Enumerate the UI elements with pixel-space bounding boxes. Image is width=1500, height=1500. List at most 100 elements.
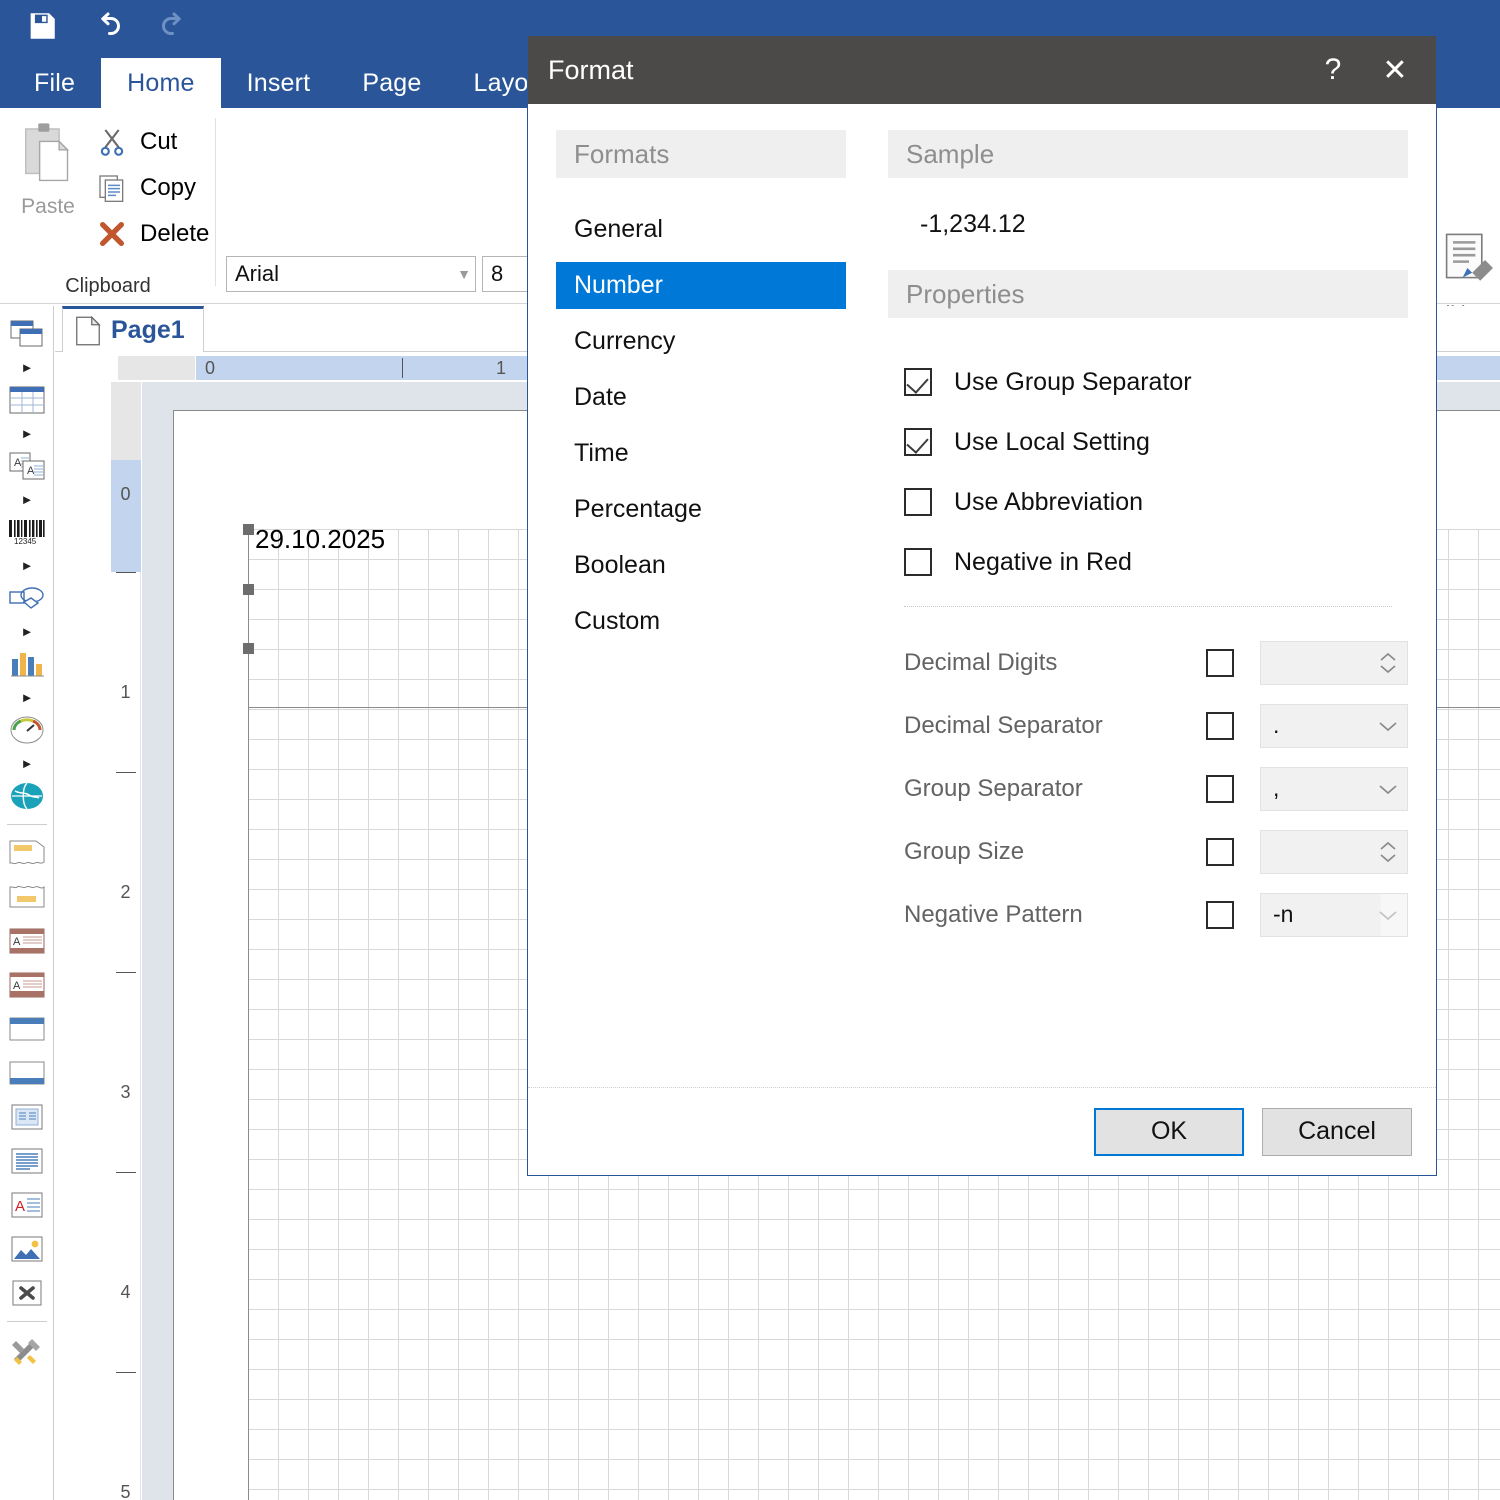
text-block-icon[interactable]: AA xyxy=(0,444,54,488)
globe-icon[interactable] xyxy=(0,774,54,818)
group-footer-icon[interactable] xyxy=(0,1051,54,1095)
date-field-text[interactable]: 29.10.2025 xyxy=(255,524,385,555)
format-item-date[interactable]: Date xyxy=(556,374,846,421)
format-item-percentage[interactable]: Percentage xyxy=(556,486,846,533)
checkbox-label: Use Group Separator xyxy=(954,367,1192,396)
checkbox-use-local-setting[interactable] xyxy=(904,428,932,456)
rich-text-icon[interactable]: A xyxy=(0,1183,54,1227)
vertical-ruler[interactable]: 0 1 2 3 4 5 xyxy=(111,382,141,1500)
properties-panel: Sample -1,234.12 Properties Use Group Se… xyxy=(846,130,1408,1087)
no-selection-icon[interactable] xyxy=(0,1271,54,1315)
cut-button[interactable]: Cut xyxy=(96,126,177,158)
section-handle[interactable] xyxy=(243,524,254,535)
format-dialog: Format ? ✕ Formats General Number Curren… xyxy=(527,35,1437,1176)
property-field-list: Decimal Digits Decimal Separator . Group… xyxy=(888,631,1408,946)
subreport-icon[interactable] xyxy=(0,1095,54,1139)
chevron-down-icon[interactable] xyxy=(1375,719,1401,733)
redo-icon[interactable] xyxy=(154,6,194,46)
format-item-custom[interactable]: Custom xyxy=(556,598,846,645)
checkbox-use-group-separator[interactable] xyxy=(904,368,932,396)
section-handle[interactable] xyxy=(243,584,254,595)
checkbox-row-use-abbreviation[interactable]: Use Abbreviation xyxy=(904,472,1408,532)
checkbox-row-use-local-setting[interactable]: Use Local Setting xyxy=(904,412,1408,472)
field-row-decimal-digits: Decimal Digits xyxy=(904,631,1408,694)
input-group-size[interactable] xyxy=(1260,829,1408,874)
barcode-icon[interactable]: 12345 xyxy=(0,510,54,554)
gauge-icon[interactable] xyxy=(0,708,54,752)
font-family-input[interactable]: Arial ▼ xyxy=(226,256,476,292)
close-icon[interactable]: ✕ xyxy=(1364,39,1426,101)
checkbox-decimal-digits[interactable] xyxy=(1206,648,1234,677)
dialog-titlebar[interactable]: Format ? ✕ xyxy=(528,36,1436,104)
chevron-down-icon[interactable] xyxy=(1375,782,1401,796)
format-item-currency[interactable]: Currency xyxy=(556,318,846,365)
checkbox-negative-pattern[interactable] xyxy=(1206,900,1234,929)
clipboard-group-label: Clipboard xyxy=(65,275,151,297)
delete-button[interactable]: Delete xyxy=(96,218,209,250)
format-item-time[interactable]: Time xyxy=(556,430,846,477)
report-header-icon[interactable]: A xyxy=(0,919,54,963)
dropdown-negative-pattern[interactable]: -n xyxy=(1260,892,1408,937)
barcode-expand-arrow[interactable] xyxy=(0,554,54,576)
copy-button[interactable]: Copy xyxy=(96,172,196,204)
dialog-body: Formats General Number Currency Date Tim… xyxy=(528,104,1436,1087)
checkbox-group-size[interactable] xyxy=(1206,837,1234,866)
report-section-icon[interactable] xyxy=(0,312,54,356)
cut-label: Cut xyxy=(140,128,178,155)
checkbox-negative-in-red[interactable] xyxy=(904,548,932,576)
format-item-general[interactable]: General xyxy=(556,206,846,253)
page-tab-page1[interactable]: Page1 xyxy=(62,306,204,352)
tab-insert[interactable]: Insert xyxy=(221,58,337,108)
checkbox-group-separator[interactable] xyxy=(1206,774,1234,803)
field-value: , xyxy=(1273,775,1280,801)
gauge-expand-arrow[interactable] xyxy=(0,752,54,774)
spinner-decimal-digits[interactable] xyxy=(1375,651,1401,675)
paragraph-icon[interactable] xyxy=(0,1139,54,1183)
shapes-icon[interactable] xyxy=(0,576,54,620)
help-icon[interactable]: ? xyxy=(1302,39,1364,101)
dialog-title: Format xyxy=(548,54,634,85)
section-handle[interactable] xyxy=(243,643,254,654)
save-icon[interactable] xyxy=(22,6,62,46)
text-block-expand-arrow[interactable] xyxy=(0,488,54,510)
tab-page[interactable]: Page xyxy=(336,58,447,108)
group-header-icon[interactable] xyxy=(0,1007,54,1051)
palette-divider xyxy=(7,824,47,825)
tab-home[interactable]: Home xyxy=(101,58,221,108)
page-header-icon[interactable] xyxy=(0,831,54,875)
spinner-group-size[interactable] xyxy=(1375,840,1401,864)
report-section-expand-arrow[interactable] xyxy=(0,356,54,378)
checkbox-row-negative-in-red[interactable]: Negative in Red xyxy=(904,532,1408,592)
chevron-down-icon[interactable]: ▼ xyxy=(457,266,471,282)
ok-button[interactable]: OK xyxy=(1094,1107,1244,1156)
format-item-number[interactable]: Number xyxy=(556,262,846,309)
checkbox-row-use-group-separator[interactable]: Use Group Separator xyxy=(904,352,1408,412)
undo-icon[interactable] xyxy=(88,6,128,46)
checkbox-use-abbreviation[interactable] xyxy=(904,488,932,516)
cancel-button[interactable]: Cancel xyxy=(1262,1107,1412,1156)
field-value: -n xyxy=(1273,901,1294,927)
dropdown-group-separator[interactable]: , xyxy=(1260,766,1408,811)
report-footer-icon[interactable]: A xyxy=(0,963,54,1007)
chevron-down-icon[interactable] xyxy=(1375,908,1401,922)
table-icon[interactable] xyxy=(0,378,54,422)
image-icon[interactable] xyxy=(0,1227,54,1271)
checkbox-decimal-separator[interactable] xyxy=(1206,711,1234,740)
page-footer-icon[interactable] xyxy=(0,875,54,919)
paste-button[interactable]: Paste xyxy=(10,122,86,219)
chart-expand-arrow[interactable] xyxy=(0,686,54,708)
tab-file[interactable]: File xyxy=(8,58,101,108)
input-decimal-digits[interactable] xyxy=(1260,640,1408,685)
field-label: Negative Pattern xyxy=(904,900,1083,928)
svg-text:A: A xyxy=(15,1198,25,1215)
svg-text:A: A xyxy=(13,936,21,948)
table-expand-arrow[interactable] xyxy=(0,422,54,444)
shapes-expand-arrow[interactable] xyxy=(0,620,54,642)
dropdown-decimal-separator[interactable]: . xyxy=(1260,703,1408,748)
tab-file-label: File xyxy=(34,68,76,97)
format-item-boolean[interactable]: Boolean xyxy=(556,542,846,589)
chart-icon[interactable] xyxy=(0,642,54,686)
vruler-number: 4 xyxy=(120,1282,131,1302)
checkbox-label: Use Abbreviation xyxy=(954,487,1144,516)
tools-icon[interactable] xyxy=(0,1328,54,1372)
